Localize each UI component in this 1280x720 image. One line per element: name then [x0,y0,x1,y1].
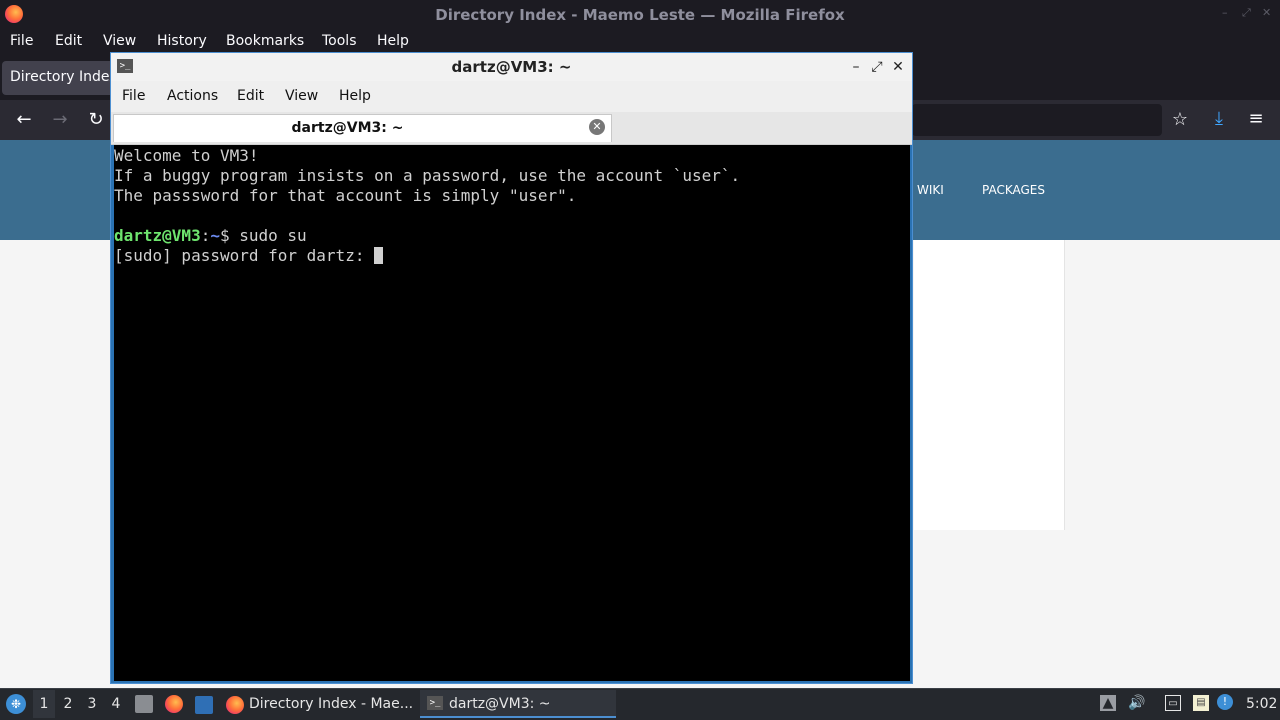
task-firefox-label: Directory Index - Mae... [249,696,414,712]
task-terminal-icon: >_ [427,696,443,710]
tray-eject-icon[interactable]: ▲ [1100,695,1116,711]
term-menu-actions[interactable]: Actions [167,88,218,104]
firefox-maximize-icon[interactable]: ⤢ [1242,7,1252,18]
prompt-user: dartz@VM3 [114,226,201,245]
term-menu-edit[interactable]: Edit [237,88,264,104]
workspace-2[interactable]: 2 [57,690,79,718]
start-menu-icon[interactable]: ❉ [6,694,26,714]
terminal-tab[interactable]: dartz@VM3: ~ ✕ [113,114,612,142]
firefox-menubar: File Edit View History Bookmarks Tools H… [0,30,1280,54]
reload-icon[interactable]: ↻ [85,110,107,130]
clock[interactable]: 5:02 [1246,696,1277,712]
notification-icon[interactable]: ! [1217,694,1233,710]
volume-icon[interactable]: 🔊 [1128,695,1145,711]
ff-menu-view[interactable]: View [103,33,136,49]
taskbar [0,688,1280,720]
workspace-4[interactable]: 4 [105,690,127,718]
forward-icon[interactable]: → [49,110,71,130]
taskbar-task-terminal[interactable]: >_ dartz@VM3: ~ [420,690,616,718]
firefox-minimize-icon[interactable]: – [1222,7,1232,18]
prompt-end: $ [219,226,240,245]
firefox-titlebar: Directory Index - Maemo Leste — Mozilla … [0,0,1280,30]
prompt-command: sudo su [239,226,307,245]
term-menu-file[interactable]: File [122,88,145,104]
file-manager-icon[interactable] [135,695,153,713]
firefox-window-title: Directory Index - Maemo Leste — Mozilla … [435,6,845,24]
back-icon[interactable]: ← [13,110,35,130]
terminal-titlebar[interactable]: >_ dartz@VM3: ~ – ⤢ ✕ [111,53,912,81]
download-icon[interactable]: ⤓ [1208,109,1230,129]
show-desktop-icon[interactable] [195,696,213,714]
prompt-sep: : [200,226,211,245]
terminal-minimize-icon[interactable]: – [847,58,865,76]
ff-menu-edit[interactable]: Edit [55,33,82,49]
taskbar-task-firefox[interactable]: Directory Index - Mae... [220,690,416,718]
term-menu-help[interactable]: Help [339,88,371,104]
firefox-logo-icon [5,5,23,23]
bookmark-star-icon[interactable]: ☆ [1169,110,1191,130]
ff-menu-help[interactable]: Help [377,33,409,49]
terminal-menubar: File Actions Edit View Help [111,81,912,112]
tab-close-icon[interactable]: ✕ [589,119,605,135]
workspace-3[interactable]: 3 [81,690,103,718]
firefox-url-bar[interactable] [912,104,1162,136]
sudo-password-line: [sudo] password for dartz: [114,246,384,266]
firefox-tab-label: Directory Index [10,69,118,85]
workspace-1[interactable]: 1 [33,690,55,718]
network-icon[interactable]: ▭ [1165,695,1181,711]
site-nav-wiki[interactable]: WIKI [917,183,944,197]
terminal-maximize-icon[interactable]: ⤢ [868,58,886,76]
site-nav-packages[interactable]: PACKAGES [982,183,1045,197]
terminal-close-icon[interactable]: ✕ [889,58,907,76]
prompt-path: ~ [210,226,220,245]
ff-menu-bookmarks[interactable]: Bookmarks [226,33,304,49]
clipboard-icon[interactable]: ▤ [1193,695,1209,711]
site-content-panel [914,240,1065,530]
terminal-line: If a buggy program insists on a password… [114,166,741,185]
terminal-prompt-line: dartz@VM3:~$ sudo su [114,226,307,246]
text-cursor [374,247,384,264]
task-terminal-label: dartz@VM3: ~ [449,696,551,712]
terminal-window-title: dartz@VM3: ~ [451,58,572,76]
hamburger-menu-icon[interactable]: ≡ [1245,109,1267,129]
terminal-line: The passsword for that account is simply… [114,186,577,205]
ff-menu-file[interactable]: File [10,33,33,49]
term-menu-view[interactable]: View [285,88,318,104]
firefox-close-icon[interactable]: ✕ [1262,7,1272,18]
sudo-prompt: [sudo] password for dartz: [114,246,375,265]
firefox-launcher-icon[interactable] [165,695,183,713]
terminal-tab-label: dartz@VM3: ~ [291,120,404,136]
ff-menu-history[interactable]: History [157,33,207,49]
task-firefox-icon [226,696,244,714]
terminal-line: Welcome to VM3! [114,146,259,165]
ff-menu-tools[interactable]: Tools [322,33,357,49]
